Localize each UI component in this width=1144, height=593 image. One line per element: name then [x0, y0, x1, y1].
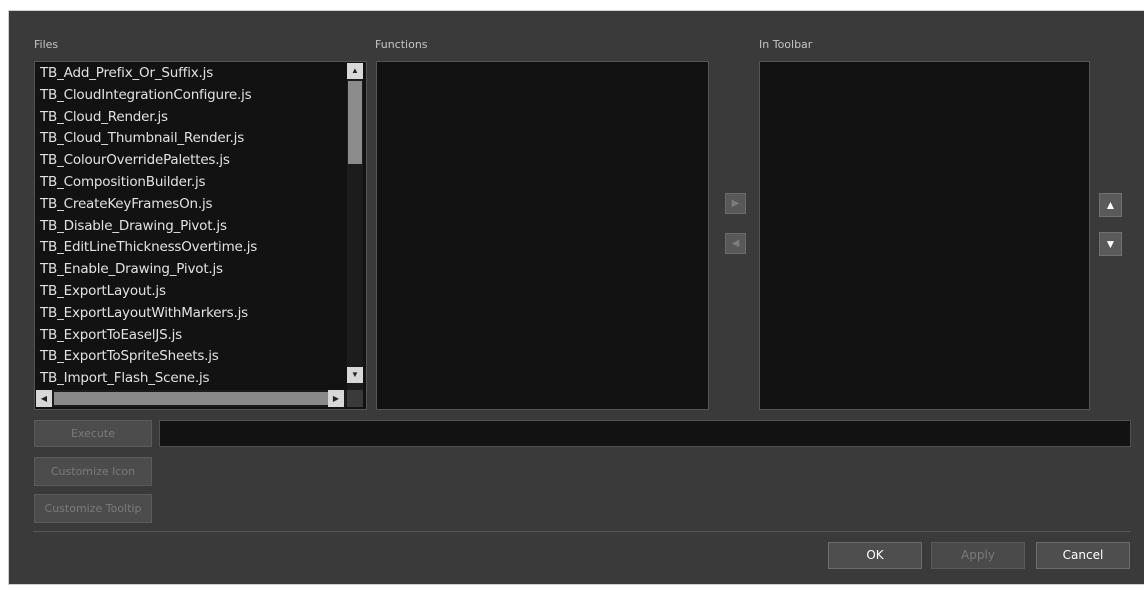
file-list-item[interactable]: TB_ColourOverridePalettes.js [36, 150, 346, 172]
execute-button[interactable]: Execute [34, 420, 152, 447]
files-list-panel[interactable]: TB_Add_Prefix_Or_Suffix.js TB_CloudIntegr… [34, 61, 367, 410]
move-up-button[interactable]: ▲ [1099, 193, 1122, 217]
file-list-item[interactable]: TB_EditLineThicknessOvertime.js [36, 237, 346, 259]
move-down-button[interactable]: ▼ [1099, 232, 1122, 256]
apply-button[interactable]: Apply [931, 542, 1025, 569]
file-list-item[interactable]: TB_Enable_Drawing_Pivot.js [36, 259, 346, 281]
customize-icon-button[interactable]: Customize Icon [34, 457, 152, 486]
files-horizontal-scrollbar[interactable]: ◀ ▶ [36, 390, 347, 407]
remove-from-toolbar-button[interactable]: ◀ [725, 233, 746, 254]
execute-field[interactable] [159, 420, 1131, 447]
file-list-item[interactable]: TB_CreateKeyFramesOn.js [36, 194, 346, 216]
files-vertical-scrollbar[interactable]: ▲ ▼ [347, 63, 363, 390]
in-toolbar-label: In Toolbar [759, 38, 813, 51]
ok-button[interactable]: OK [828, 542, 922, 569]
file-list-item[interactable]: TB_ExportLayout.js [36, 281, 346, 303]
scroll-down-icon[interactable]: ▼ [347, 367, 363, 383]
file-list-item[interactable]: TB_Cloud_Thumbnail_Render.js [36, 128, 346, 150]
file-list-item[interactable]: TB_ExportToEaselJS.js [36, 325, 346, 347]
file-list-item[interactable]: TB_ExportToSpriteSheets.js [36, 346, 346, 368]
scrollbar-corner [347, 390, 363, 407]
functions-list-panel[interactable] [376, 61, 709, 410]
scroll-right-icon[interactable]: ▶ [328, 390, 344, 407]
file-list-item[interactable]: TB_ExportLayoutWithMarkers.js [36, 303, 346, 325]
cancel-button[interactable]: Cancel [1036, 542, 1130, 569]
files-horizontal-scroll-thumb[interactable] [54, 392, 328, 405]
scroll-up-icon[interactable]: ▲ [347, 63, 363, 79]
files-vertical-scroll-thumb[interactable] [348, 81, 362, 164]
dialog-separator [33, 531, 1131, 532]
add-to-toolbar-button[interactable]: ▶ [725, 193, 746, 214]
files-list[interactable]: TB_Add_Prefix_Or_Suffix.js TB_CloudIntegr… [36, 63, 346, 390]
file-list-item[interactable]: TB_Disable_Drawing_Pivot.js [36, 216, 346, 238]
file-list-item[interactable]: TB_Cloud_Render.js [36, 107, 346, 129]
file-list-item[interactable]: TB_Import_Flash_Scene.js [36, 368, 346, 390]
in-toolbar-list-panel[interactable] [759, 61, 1090, 410]
file-list-item[interactable]: TB_CompositionBuilder.js [36, 172, 346, 194]
file-list-item[interactable]: TB_CloudIntegrationConfigure.js [36, 85, 346, 107]
customize-tooltip-button[interactable]: Customize Tooltip [34, 494, 152, 523]
files-label: Files [34, 38, 59, 51]
functions-label: Functions [375, 38, 428, 51]
scroll-left-icon[interactable]: ◀ [36, 390, 52, 407]
file-list-item[interactable]: TB_Add_Prefix_Or_Suffix.js [36, 63, 346, 85]
